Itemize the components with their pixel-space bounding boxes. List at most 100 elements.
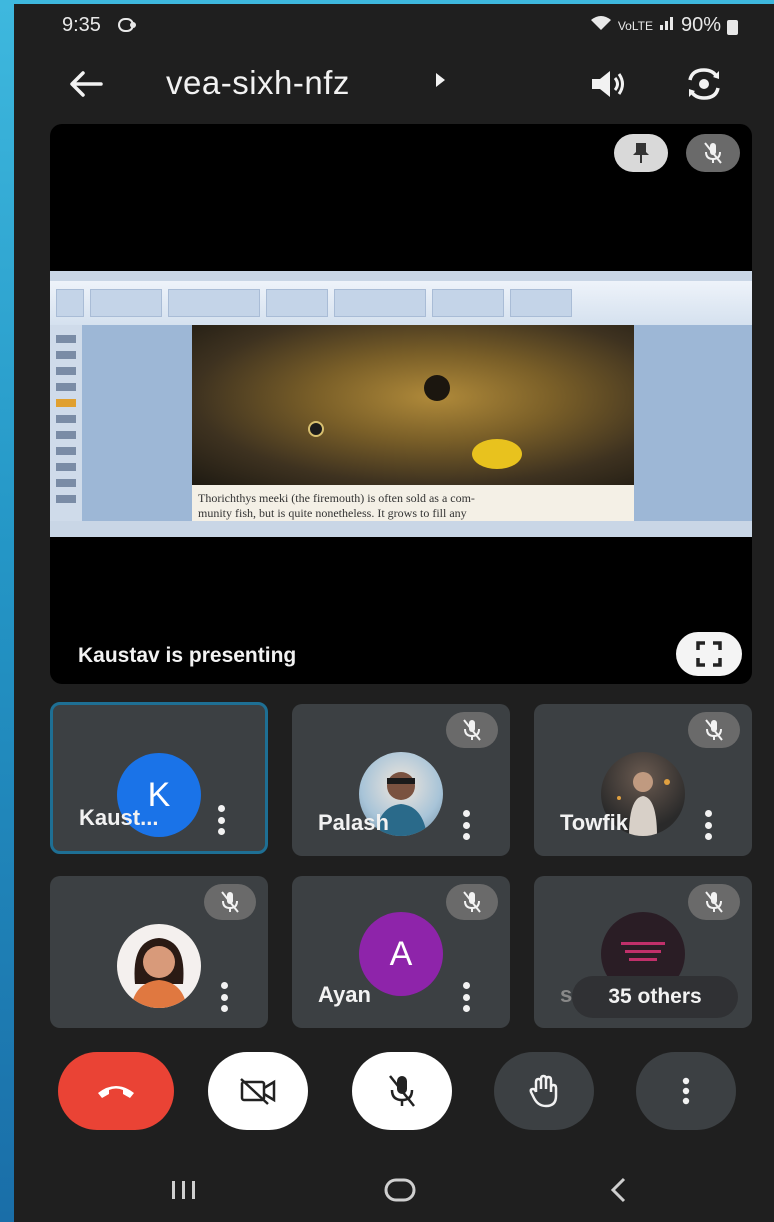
- ribbon-group: [334, 289, 426, 317]
- app-ribbon: [50, 281, 752, 326]
- participant-tile[interactable]: Palash: [292, 704, 510, 856]
- participant-menu-button[interactable]: [456, 982, 476, 1012]
- slide-thumb: [56, 415, 76, 423]
- meeting-code[interactable]: vea-sixh-nfz: [166, 64, 350, 102]
- switch-camera-button[interactable]: [680, 60, 728, 108]
- slide-thumb: [56, 399, 76, 407]
- signal-icon: [659, 14, 675, 37]
- speaker-icon: [592, 71, 624, 97]
- fish-photo: [192, 325, 634, 485]
- slide-thumb: [56, 495, 76, 503]
- ribbon-group: [90, 289, 162, 317]
- slide-thumb: [56, 479, 76, 487]
- mic-off-icon: [705, 891, 723, 913]
- volte-icon: VoLTE: [617, 18, 653, 33]
- fish-spot: [424, 375, 450, 401]
- mic-off-icon: [704, 142, 722, 164]
- cast-status-icon: [118, 16, 138, 37]
- home-button[interactable]: [370, 1170, 430, 1210]
- shared-screen: Thorichthys meeki (the firemouth) is oft…: [50, 271, 752, 537]
- chevron-left-icon: [610, 1177, 626, 1203]
- system-nav-bar: [14, 1160, 774, 1222]
- participant-menu-button[interactable]: [456, 810, 476, 840]
- presentation-stage[interactable]: Thorichthys meeki (the firemouth) is oft…: [50, 124, 752, 684]
- more-options-button[interactable]: [636, 1052, 736, 1130]
- app-titlebar: [50, 271, 752, 281]
- participant-menu-button[interactable]: [214, 982, 234, 1012]
- presenting-label: Kaustav is presenting: [78, 644, 297, 667]
- ribbon-group: [510, 289, 572, 317]
- slide-thumb: [56, 447, 76, 455]
- participant-name: Towfik: [560, 810, 629, 835]
- wifi-icon: [590, 14, 612, 37]
- participant-mic-off: [688, 884, 740, 920]
- camera-off-icon: [240, 1078, 276, 1105]
- ribbon-group: [168, 289, 260, 317]
- participant-name: Palash: [318, 810, 389, 835]
- phone-hangup-icon: [98, 1086, 134, 1098]
- avatar: [117, 924, 201, 1008]
- slide-thumb: [56, 383, 76, 391]
- end-call-button[interactable]: [58, 1052, 174, 1130]
- arrow-left-icon: [70, 71, 103, 97]
- ribbon-group: [56, 289, 84, 317]
- participant-tile[interactable]: Towfik: [534, 704, 752, 856]
- more-vertical-icon: [682, 1077, 690, 1105]
- fish-fin: [472, 439, 522, 469]
- back-button[interactable]: [62, 60, 110, 108]
- fullscreen-button[interactable]: [676, 632, 742, 676]
- home-icon: [384, 1178, 416, 1202]
- recent-apps-button[interactable]: [154, 1170, 214, 1210]
- mic-toggle-button[interactable]: [352, 1052, 452, 1130]
- slide-thumb: [56, 367, 76, 375]
- mic-off-icon: [463, 719, 481, 741]
- participant-name: Ayan: [318, 982, 371, 1007]
- slide-thumb: [56, 431, 76, 439]
- status-time: 9:35: [62, 14, 101, 36]
- ribbon-group: [432, 289, 504, 317]
- participant-menu-button[interactable]: [698, 810, 718, 840]
- slide-thumbnails: [50, 325, 83, 521]
- switch-camera-icon: [688, 68, 720, 100]
- participant-mic-off: [446, 884, 498, 920]
- app-statusbar: [50, 521, 752, 537]
- participant-name: Kaust...: [79, 805, 159, 830]
- battery-icon: [727, 20, 738, 35]
- slide-caption-line-1: Thorichthys meeki (the firemouth) is oft…: [198, 491, 475, 505]
- meeting-header: vea-sixh-nfz: [14, 52, 774, 116]
- battery-percent: 90%: [680, 14, 721, 36]
- camera-toggle-button[interactable]: [208, 1052, 308, 1130]
- pin-icon: [633, 143, 649, 163]
- raise-hand-icon: [529, 1074, 558, 1108]
- mic-off-icon: [389, 1075, 415, 1107]
- slide-thumb: [56, 335, 76, 343]
- mic-off-icon: [463, 891, 481, 913]
- participant-tile[interactable]: A Ayan: [292, 876, 510, 1028]
- raise-hand-button[interactable]: [494, 1052, 594, 1130]
- ribbon-group: [266, 289, 328, 317]
- status-right: VoLTE 90%: [590, 14, 738, 37]
- phone-screen: 9:35 VoLTE 90% vea-sixh-nfz Thorichthys …: [14, 4, 774, 1222]
- participant-mic-off: [688, 712, 740, 748]
- participant-tile[interactable]: sa 35 others: [534, 876, 752, 1028]
- slide-caption-line-2: munity fish, but is quite nonetheless. I…: [198, 506, 467, 520]
- participant-menu-button[interactable]: [211, 805, 231, 835]
- slide-caption: Thorichthys meeki (the firemouth) is oft…: [192, 485, 634, 521]
- participant-mic-off: [446, 712, 498, 748]
- slide-thumb: [56, 463, 76, 471]
- others-button[interactable]: 35 others: [572, 976, 738, 1018]
- caret-right-icon[interactable]: [434, 72, 446, 93]
- speaker-button[interactable]: [584, 60, 632, 108]
- slide-canvas: Thorichthys meeki (the firemouth) is oft…: [82, 325, 752, 521]
- system-back-button[interactable]: [588, 1170, 648, 1210]
- pin-button[interactable]: [614, 134, 668, 172]
- recent-apps-icon: [172, 1181, 195, 1199]
- participant-tile[interactable]: [50, 876, 268, 1028]
- mic-off-icon: [221, 891, 239, 913]
- participant-tile[interactable]: K Kaust...: [50, 702, 268, 854]
- fullscreen-icon: [696, 641, 722, 667]
- slide-thumb: [56, 351, 76, 359]
- stage-mic-off: [686, 134, 740, 172]
- status-bar: 9:35 VoLTE 90%: [14, 4, 774, 48]
- call-controls: [14, 1044, 774, 1140]
